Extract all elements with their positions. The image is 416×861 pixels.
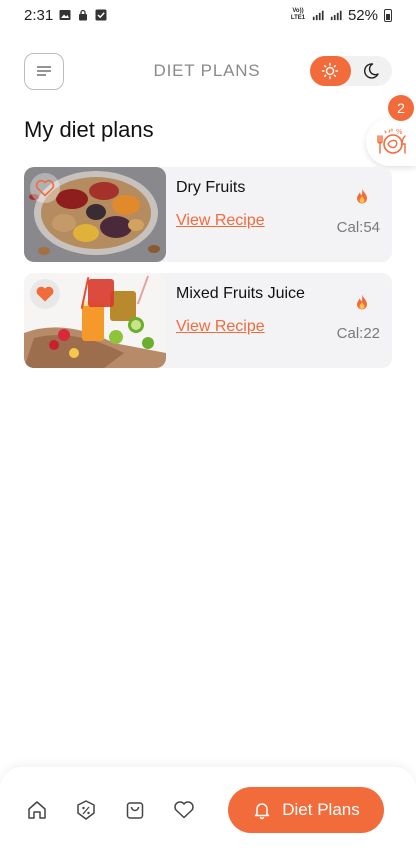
status-time: 2:31 — [24, 6, 54, 24]
calories: Cal:54 — [336, 219, 380, 236]
signal-icon-2 — [330, 9, 342, 21]
flame-icon — [354, 187, 370, 205]
plan-card[interactable]: Dry Fruits View Recipe Cal:54 — [24, 167, 392, 262]
offer-tag-icon[interactable] — [75, 799, 97, 821]
flame-icon — [354, 293, 370, 311]
plan-info: Mixed Fruits Juice View Recipe Cal:22 — [166, 273, 392, 368]
dark-mode-option[interactable] — [351, 56, 392, 86]
fruit-juice-image — [24, 273, 166, 368]
favorite-button[interactable] — [30, 173, 60, 203]
section-title: My diet plans — [24, 117, 154, 142]
header: DIET PLANS — [24, 52, 392, 90]
plans-list: Dry Fruits View Recipe Cal:54 Mixed Frui… — [24, 167, 392, 379]
network-type: Vo)) LTE1 — [290, 8, 306, 21]
favorite-button[interactable] — [30, 279, 60, 309]
home-icon[interactable] — [26, 799, 48, 821]
menu-button[interactable] — [24, 52, 64, 90]
signal-icon — [312, 9, 324, 21]
dry-fruits-image — [24, 167, 166, 262]
lock-icon — [77, 9, 89, 21]
diet-plans-screen: 2:31 Vo)) LTE1 52% DIET PLANS My diet pl… — [0, 0, 416, 861]
diet-plans-tab[interactable]: Diet Plans — [228, 787, 384, 833]
heart-outline-icon — [35, 179, 55, 197]
heart-icon[interactable] — [173, 799, 195, 821]
diet-plate-icon: % — [372, 125, 410, 159]
shopping-bag-icon[interactable] — [124, 799, 146, 821]
view-recipe-link[interactable]: View Recipe — [176, 318, 265, 336]
view-recipe-link[interactable]: View Recipe — [176, 212, 265, 230]
checkbox-icon — [95, 9, 107, 21]
bell-icon — [252, 800, 272, 820]
svg-text:%: % — [396, 128, 403, 136]
diet-cart-button[interactable]: % — [366, 118, 416, 166]
plan-card[interactable]: Mixed Fruits Juice View Recipe Cal:22 — [24, 273, 392, 368]
heart-filled-icon — [35, 285, 55, 303]
battery-icon — [384, 8, 392, 22]
cart-badge: 2 — [388, 95, 414, 121]
battery-percent: 52% — [347, 6, 378, 24]
sun-icon — [321, 62, 339, 80]
bottom-nav: Diet Plans — [0, 767, 416, 861]
diet-plans-tab-label: Diet Plans — [282, 800, 360, 819]
theme-toggle[interactable] — [309, 56, 392, 86]
status-bar: 2:31 Vo)) LTE1 52% — [0, 0, 416, 30]
plan-info: Dry Fruits View Recipe Cal:54 — [166, 167, 392, 262]
calories: Cal:22 — [336, 325, 380, 342]
menu-lines-icon — [36, 65, 52, 77]
page-title: DIET PLANS — [153, 61, 261, 80]
light-mode-option[interactable] — [309, 56, 351, 86]
moon-icon — [362, 62, 380, 80]
gallery-icon — [59, 9, 71, 21]
